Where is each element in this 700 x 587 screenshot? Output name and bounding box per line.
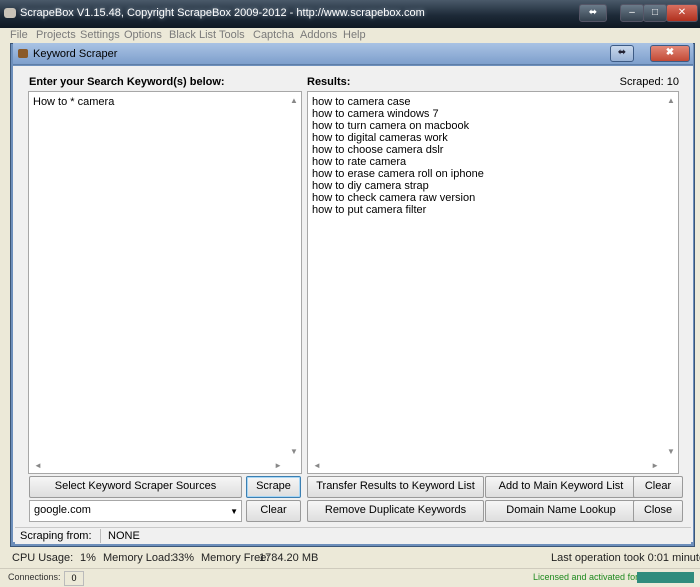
scroll-up-icon[interactable]: ▲ bbox=[667, 96, 675, 106]
keyword-vertical-scrollbar[interactable]: ▲ ▼ bbox=[287, 92, 301, 459]
menu-captcha[interactable]: Captcha bbox=[253, 29, 294, 41]
menu-file[interactable]: File bbox=[10, 29, 28, 41]
results-label: Results: bbox=[307, 76, 351, 88]
last-operation-text: Last operation took 0:01 minutes bbox=[551, 552, 700, 564]
memory-load-value: 33% bbox=[172, 552, 195, 564]
chevron-down-icon[interactable]: ▼ bbox=[230, 507, 238, 516]
divider bbox=[100, 529, 101, 543]
dialog-restore-icon[interactable]: ⬌ bbox=[610, 45, 634, 62]
scroll-down-icon[interactable]: ▼ bbox=[667, 447, 675, 457]
scroll-left-icon[interactable]: ◄ bbox=[34, 461, 42, 471]
search-engine-value: google.com bbox=[34, 504, 91, 516]
results-list[interactable]: how to camera case how to camera windows… bbox=[307, 91, 679, 474]
result-item[interactable]: how to put camera filter bbox=[312, 204, 426, 216]
result-item[interactable]: how to digital cameras work bbox=[312, 132, 448, 144]
scroll-right-icon[interactable]: ► bbox=[651, 461, 659, 471]
result-item[interactable]: how to diy camera strap bbox=[312, 180, 429, 192]
result-item[interactable]: how to camera windows 7 bbox=[312, 108, 439, 120]
dialog-close-button[interactable]: ✖ bbox=[650, 45, 690, 62]
scraping-from-value: NONE bbox=[108, 530, 140, 542]
window-titlebar: ScrapeBox V1.15.48, Copyright ScrapeBox … bbox=[0, 0, 700, 28]
menu-settings[interactable]: Settings bbox=[80, 29, 120, 41]
result-item[interactable]: how to turn camera on macbook bbox=[312, 120, 469, 132]
memory-free-value: 1784.20 MB bbox=[259, 552, 319, 564]
scroll-down-icon[interactable]: ▼ bbox=[290, 447, 298, 457]
menu-bar: File Projects Settings Options Black Lis… bbox=[0, 28, 700, 43]
clear-keywords-button[interactable]: Clear bbox=[246, 500, 301, 522]
license-text: Licensed and activated for bbox=[533, 572, 639, 582]
result-item[interactable]: how to erase camera roll on iphone bbox=[312, 168, 484, 180]
menu-help[interactable]: Help bbox=[343, 29, 366, 41]
scraping-from-label: Scraping from: bbox=[20, 530, 92, 542]
menu-tools[interactable]: Tools bbox=[219, 29, 245, 41]
transfer-results-button[interactable]: Transfer Results to Keyword List bbox=[307, 476, 484, 498]
result-item[interactable]: how to choose camera dslr bbox=[312, 144, 443, 156]
scraper-icon bbox=[18, 49, 28, 58]
close-window-button[interactable]: ✕ bbox=[666, 4, 698, 22]
keywords-label: Enter your Search Keyword(s) below: bbox=[29, 76, 225, 88]
dialog-titlebar: Keyword Scraper ⬌ ✖ bbox=[13, 43, 693, 65]
result-item[interactable]: how to check camera raw version bbox=[312, 192, 475, 204]
remove-duplicates-button[interactable]: Remove Duplicate Keywords bbox=[307, 500, 484, 522]
dialog-body: Enter your Search Keyword(s) below: Resu… bbox=[13, 66, 693, 542]
search-engine-select[interactable]: google.com ▼ bbox=[29, 500, 242, 522]
add-to-main-list-button[interactable]: Add to Main Keyword List bbox=[485, 476, 637, 498]
window-title: ScrapeBox V1.15.48, Copyright ScrapeBox … bbox=[20, 7, 425, 19]
keyword-horizontal-scrollbar[interactable]: ◄ ► bbox=[29, 459, 287, 473]
scroll-left-icon[interactable]: ◄ bbox=[313, 461, 321, 471]
cpu-usage-label: CPU Usage: bbox=[12, 552, 74, 564]
results-vertical-scrollbar[interactable]: ▲ ▼ bbox=[664, 92, 678, 459]
clear-results-button[interactable]: Clear bbox=[633, 476, 683, 498]
scroll-up-icon[interactable]: ▲ bbox=[290, 96, 298, 106]
minimize-button[interactable]: – bbox=[620, 4, 644, 22]
menu-addons[interactable]: Addons bbox=[300, 29, 337, 41]
restore-icon[interactable]: ⬌ bbox=[579, 4, 607, 22]
result-item[interactable]: how to rate camera bbox=[312, 156, 406, 168]
cpu-usage-value: 1% bbox=[80, 552, 96, 564]
memory-load-label: Memory Load: bbox=[103, 552, 174, 564]
scraping-from-bar: Scraping from: NONE bbox=[15, 527, 691, 544]
select-sources-button[interactable]: Select Keyword Scraper Sources bbox=[29, 476, 242, 498]
status-bar: Connections: 0 Licensed and activated fo… bbox=[0, 568, 700, 587]
connections-label: Connections: bbox=[8, 572, 61, 582]
result-item[interactable]: how to camera case bbox=[312, 96, 410, 108]
menu-black-list[interactable]: Black List bbox=[169, 29, 216, 41]
dialog-title: Keyword Scraper bbox=[33, 48, 118, 60]
results-horizontal-scrollbar[interactable]: ◄ ► bbox=[308, 459, 664, 473]
keyword-input-area[interactable]: How to * camera ▲ ▼ ◄ ► bbox=[28, 91, 302, 474]
scraped-count: Scraped: 10 bbox=[619, 76, 679, 88]
menu-projects[interactable]: Projects bbox=[36, 29, 76, 41]
keyword-line: How to * camera bbox=[33, 96, 115, 108]
scroll-right-icon[interactable]: ► bbox=[274, 461, 282, 471]
menu-options[interactable]: Options bbox=[124, 29, 162, 41]
app-icon bbox=[4, 8, 16, 18]
license-bar bbox=[637, 572, 694, 583]
scrape-button[interactable]: Scrape bbox=[246, 476, 301, 498]
maximize-button[interactable]: □ bbox=[643, 4, 667, 22]
close-dialog-button[interactable]: Close bbox=[633, 500, 683, 522]
domain-lookup-button[interactable]: Domain Name Lookup bbox=[485, 500, 637, 522]
connections-value: 0 bbox=[64, 571, 84, 586]
